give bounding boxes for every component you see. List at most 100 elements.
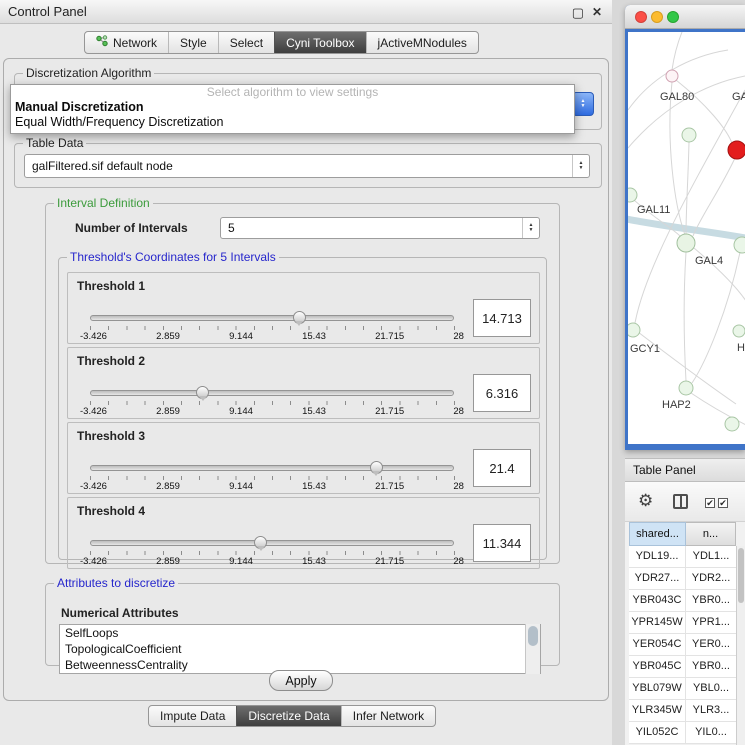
cell-name: YBR0...	[686, 656, 736, 677]
scale-label: 9.144	[229, 481, 253, 492]
scale-label: 21.715	[375, 481, 404, 492]
gear-icon[interactable]: ⚙	[638, 491, 653, 511]
scale-label: -3.426	[80, 556, 107, 567]
cell-name: YIL0...	[686, 722, 736, 743]
table-row[interactable]: YLR345W YLR3...	[629, 700, 736, 722]
network-svg[interactable]: GAL80GAGAL11GAL4GCY1HAP2H	[628, 32, 745, 444]
algorithm-option-equal-width[interactable]: Equal Width/Frequency Discretization	[11, 115, 574, 130]
scale-label: 2.859	[156, 406, 180, 417]
threshold-4-slider[interactable]	[90, 540, 454, 546]
network-view-window: GAL80GAGAL11GAL4GCY1HAP2H	[625, 5, 745, 450]
table-row[interactable]: YDR27... YDR2...	[629, 568, 736, 590]
zoom-traffic-light[interactable]	[667, 11, 679, 23]
table-scrollbar[interactable]	[736, 546, 745, 745]
cell-name: YPR1...	[686, 612, 736, 633]
algorithm-option-manual[interactable]: Manual Discretization	[11, 100, 574, 115]
close-traffic-light[interactable]	[635, 11, 647, 23]
cell-shared-name: YBR045C	[629, 656, 686, 677]
scale-label: 15.43	[302, 481, 326, 492]
minimize-traffic-light[interactable]	[651, 11, 663, 23]
cell-name: YDL1...	[686, 546, 736, 567]
column-header-name[interactable]: n...	[686, 522, 736, 546]
attribute-list-item[interactable]: TopologicalCoefficient	[60, 641, 540, 657]
tab-select[interactable]: Select	[218, 32, 274, 53]
scale-label: -3.426	[80, 406, 107, 417]
table-data-combo[interactable]: galFiltered.sif default node ▲▼	[24, 154, 590, 178]
threshold-2-group: Threshold 2 -3.4262.8599.14415.4321.7152…	[67, 347, 540, 419]
column-header-shared-name[interactable]: shared...	[629, 522, 686, 546]
threshold-4-slider-thumb[interactable]	[254, 536, 267, 549]
table-row[interactable]: YER054C YER0...	[629, 634, 736, 656]
attributes-group: Attributes to discretize Numerical Attri…	[45, 576, 560, 666]
threshold-3-slider[interactable]	[90, 465, 454, 471]
select-none-checkbox-icon[interactable]: ✔	[718, 498, 728, 508]
float-window-button[interactable]: ▢	[572, 5, 584, 21]
numerical-attributes-label: Numerical Attributes	[61, 606, 179, 620]
table-row[interactable]: YBR045C YBR0...	[629, 656, 736, 678]
threshold-1-group: Threshold 1 -3.4262.8599.14415.4321.7152…	[67, 272, 540, 344]
slider-scale: -3.4262.8599.14415.4321.71528	[80, 556, 464, 567]
cell-name: YER0...	[686, 634, 736, 655]
close-window-button[interactable]: ✕	[592, 5, 602, 19]
table-panel-titlebar[interactable]: Table Panel	[625, 458, 745, 482]
apply-button[interactable]: Apply	[269, 670, 333, 691]
threshold-2-slider[interactable]	[90, 390, 454, 396]
combo-arrows-icon: ▲▼	[522, 218, 539, 238]
tab-infer-network-label: Infer Network	[353, 709, 424, 723]
cell-shared-name: YDL19...	[629, 546, 686, 567]
window-title: Control Panel	[8, 4, 87, 19]
tab-cyni-toolbox[interactable]: Cyni Toolbox	[274, 32, 365, 53]
cyni-bottom-tabbar: Impute Data Discretize Data Infer Networ…	[148, 705, 436, 727]
algorithm-combo-button[interactable]: ▲▼	[572, 92, 594, 116]
cell-name: YBR0...	[686, 590, 736, 611]
tab-style[interactable]: Style	[168, 32, 218, 53]
columns-icon[interactable]	[673, 494, 688, 509]
table-row[interactable]: YIL052C YIL0...	[629, 722, 736, 744]
cell-shared-name: YBR043C	[629, 590, 686, 611]
scale-label: 9.144	[229, 556, 253, 567]
control-panel-titlebar[interactable]: Control Panel ▢ ✕	[0, 0, 612, 24]
threshold-3-group: Threshold 3 -3.4262.8599.14415.4321.7152…	[67, 422, 540, 494]
table-data-legend: Table Data	[23, 136, 86, 150]
tab-jactivemodules[interactable]: jActiveMNodules	[366, 32, 478, 53]
scale-label: 15.43	[302, 406, 326, 417]
tab-discretize-data[interactable]: Discretize Data	[236, 706, 340, 726]
threshold-1-slider[interactable]	[90, 315, 454, 321]
tab-style-label: Style	[180, 36, 207, 50]
scale-label: 9.144	[229, 331, 253, 342]
network-window-titlebar[interactable]	[625, 5, 745, 29]
discretization-algorithm-legend: Discretization Algorithm	[23, 66, 154, 80]
threshold-1-value-field[interactable]: 14.713	[473, 299, 531, 337]
table-row[interactable]: YPR145W YPR1...	[629, 612, 736, 634]
scale-label: 9.144	[229, 406, 253, 417]
numerical-attributes-list[interactable]: SelfLoopsTopologicalCoefficientBetweenne…	[59, 624, 541, 674]
thresholds-group: Threshold's Coordinates for 5 Intervals …	[58, 250, 547, 560]
cell-name: YLR3...	[686, 700, 736, 721]
table-toolbar: ⚙ ✔ ✔	[625, 482, 745, 522]
scrollbar-thumb[interactable]	[738, 548, 744, 603]
number-of-intervals-combo[interactable]: 5 ▲▼	[220, 217, 540, 239]
tab-impute-data[interactable]: Impute Data	[149, 706, 236, 726]
attribute-list-item[interactable]: SelfLoops	[60, 625, 540, 641]
tab-network[interactable]: Network	[85, 32, 168, 53]
network-icon	[96, 35, 108, 50]
scale-label: 2.859	[156, 481, 180, 492]
attributes-legend: Attributes to discretize	[54, 576, 178, 590]
table-row[interactable]: YBR043C YBR0...	[629, 590, 736, 612]
tab-infer-network[interactable]: Infer Network	[341, 706, 435, 726]
threshold-3-slider-thumb[interactable]	[370, 461, 383, 474]
attributes-list-scrollbar[interactable]	[525, 624, 540, 674]
cell-shared-name: YER054C	[629, 634, 686, 655]
threshold-3-value-field[interactable]: 21.4	[473, 449, 531, 487]
cell-shared-name: YDR27...	[629, 568, 686, 589]
scrollbar-thumb[interactable]	[528, 626, 538, 646]
threshold-4-label: Threshold 4	[77, 504, 145, 518]
table-row[interactable]: YBL079W YBL0...	[629, 678, 736, 700]
threshold-4-value-field[interactable]: 11.344	[473, 524, 531, 562]
threshold-2-value-field[interactable]: 6.316	[473, 374, 531, 412]
threshold-2-slider-thumb[interactable]	[196, 386, 209, 399]
threshold-1-slider-thumb[interactable]	[293, 311, 306, 324]
select-all-checkbox-icon[interactable]: ✔	[705, 498, 715, 508]
network-canvas[interactable]: GAL80GAGAL11GAL4GCY1HAP2H	[628, 32, 745, 444]
table-row[interactable]: YDL19... YDL1...	[629, 546, 736, 568]
